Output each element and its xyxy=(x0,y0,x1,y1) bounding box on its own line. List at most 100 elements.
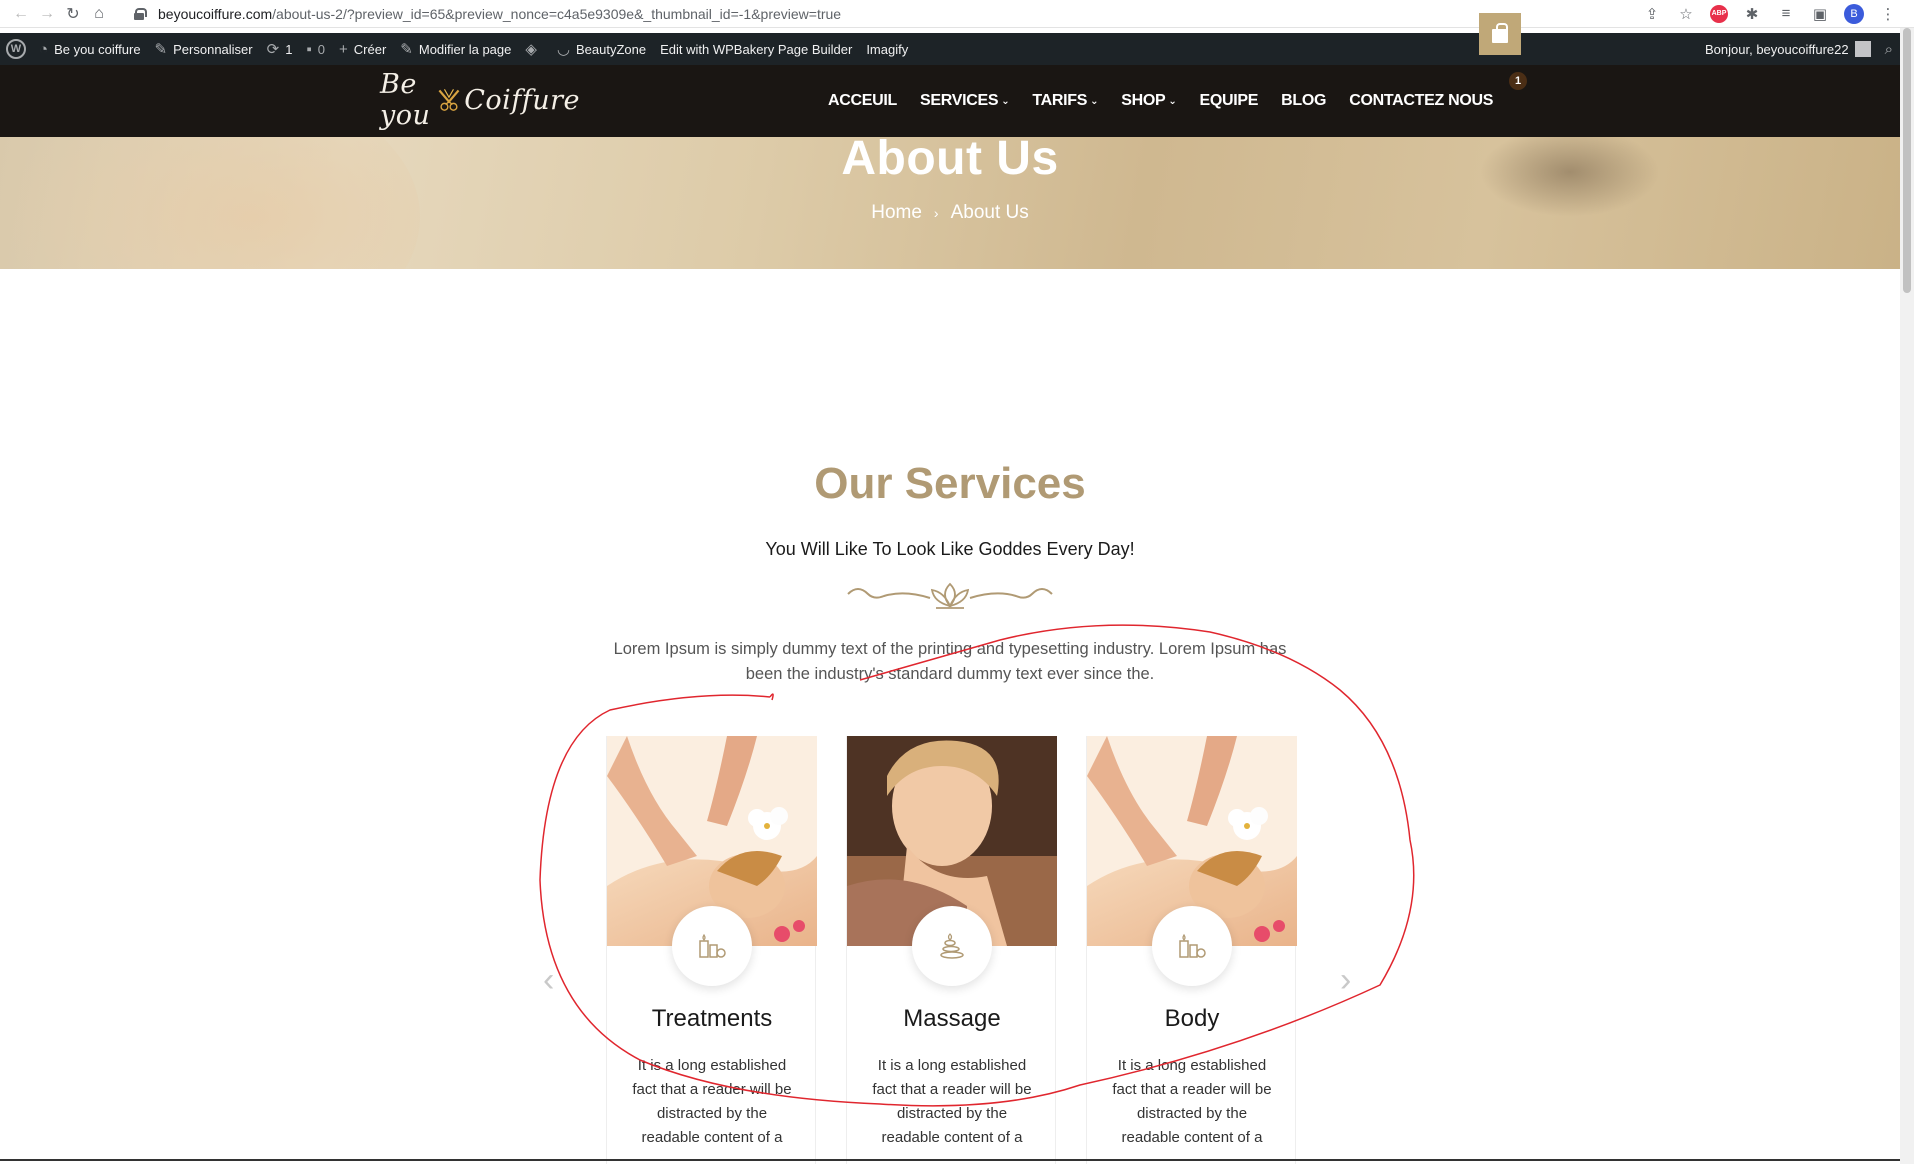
lock-icon xyxy=(134,7,147,20)
divider xyxy=(0,1159,1900,1161)
back-arrow-icon[interactable]: ← xyxy=(8,1,34,27)
site-name-label: Be you coiffure xyxy=(54,41,141,57)
scrollbar-thumb[interactable] xyxy=(1903,28,1911,293)
user-avatar xyxy=(1854,41,1871,57)
new-label: Créer xyxy=(353,41,387,57)
carousel-prev-button[interactable]: ‹ xyxy=(543,962,563,998)
section-title: Our Services xyxy=(814,459,1086,508)
chevron-right-icon: › xyxy=(933,205,939,221)
home-icon[interactable]: ⌂ xyxy=(86,1,112,27)
url-path: /about-us-2/?preview_id=65&preview_nonce… xyxy=(272,5,842,22)
chevron-down-icon: ⌄ xyxy=(1001,95,1010,107)
greeting-label: Bonjour, beyoucoiffure22 xyxy=(1705,41,1849,57)
wordpress-logo-icon[interactable]: W xyxy=(6,39,26,59)
main-navigation: ACCEUIL SERVICES ⌄ TARIFS ⌄ SHOP ⌄ EQUIPE B… xyxy=(828,65,1516,137)
plus-icon: + xyxy=(339,40,348,58)
card-icon-badge xyxy=(672,906,752,986)
side-panel-icon[interactable]: ▣ xyxy=(1810,4,1830,24)
updates-count: 1 xyxy=(285,41,293,57)
lotus-ornament-icon xyxy=(847,582,1053,609)
comments-count: 0 xyxy=(317,41,325,57)
dashboard-icon: ◔ xyxy=(39,40,49,58)
reading-list-icon[interactable]: ≡ xyxy=(1776,4,1796,24)
theme-label: BeautyZone xyxy=(576,41,647,57)
card-text: It is a long established fact that a rea… xyxy=(1112,1057,1272,1146)
nav-label: SHOP xyxy=(1121,92,1166,109)
nav-contactez-nous[interactable]: CONTACTEZ NOUS xyxy=(1349,92,1493,110)
menu-icon[interactable]: ⋮ xyxy=(1878,4,1898,24)
card-title: Body xyxy=(1164,1005,1220,1032)
url-host: beyoucoiffure.com xyxy=(158,5,273,22)
updates-icon: ⟳ xyxy=(266,41,280,58)
search-icon: ⌕ xyxy=(1884,40,1893,58)
admin-account[interactable]: Bonjour, beyoucoiffure22 xyxy=(1698,33,1878,65)
admin-theme[interactable]: ◡ BeautyZone xyxy=(550,33,653,65)
page-title: About Us xyxy=(841,137,1059,185)
nav-label: CONTACTEZ NOUS xyxy=(1349,92,1494,109)
nav-label: SERVICES xyxy=(920,92,999,109)
admin-new[interactable]: + Créer xyxy=(332,33,393,65)
nav-shop[interactable]: SHOP ⌄ xyxy=(1121,92,1177,110)
service-card-massage[interactable]: Massage It is a long established fact th… xyxy=(846,736,1057,1164)
candles-spa-icon xyxy=(699,933,726,958)
admin-imagify[interactable]: Imagify xyxy=(859,33,915,65)
comment-icon: ▪ xyxy=(306,40,312,58)
diamond-icon: ◈ xyxy=(525,41,537,58)
url-text[interactable]: beyoucoiffure.com/about-us-2/?preview_id… xyxy=(158,6,841,22)
card-text: It is a long established fact that a rea… xyxy=(632,1057,792,1146)
share-icon[interactable]: ⇪ xyxy=(1642,4,1662,24)
admin-customize[interactable]: ✎ Personnaliser xyxy=(148,33,260,65)
nav-tarifs[interactable]: TARIFS ⌄ xyxy=(1032,92,1098,110)
breadcrumb-home[interactable]: Home xyxy=(871,202,922,224)
site-logo[interactable]: Be you Coiffure xyxy=(380,69,580,131)
card-icon-badge xyxy=(1152,906,1232,986)
candles-spa-icon xyxy=(1179,933,1206,958)
stones-spa-icon xyxy=(940,933,964,959)
shopping-bag-icon xyxy=(1492,23,1508,43)
admin-wpbakery[interactable]: Edit with WPBakery Page Builder xyxy=(653,33,859,65)
pencil-icon: ✎ xyxy=(400,41,413,58)
card-title: Massage xyxy=(903,1005,1001,1032)
page-scrollbar[interactable] xyxy=(1900,28,1914,1164)
scissors-logo-icon xyxy=(438,89,460,111)
address-bar[interactable]: beyoucoiffure.com/about-us-2/?preview_id… xyxy=(134,0,1642,28)
nav-equipe[interactable]: EQUIPE xyxy=(1199,92,1258,110)
admin-comments[interactable]: ▪ 0 xyxy=(299,33,332,65)
logo-text-left: Be you xyxy=(380,69,431,131)
admin-diamond[interactable]: ◈ xyxy=(518,33,550,65)
section-subtitle: You Will Like To Look Like Goddes Every … xyxy=(765,539,1135,559)
reload-icon[interactable]: ↻ xyxy=(60,1,86,27)
nav-label: ACCEUIL xyxy=(828,92,898,109)
adblock-icon[interactable]: ABP xyxy=(1710,4,1728,23)
nav-blog[interactable]: BLOG xyxy=(1281,92,1326,110)
chevron-down-icon: ⌄ xyxy=(1168,95,1177,107)
service-card-treatments[interactable]: Treatments It is a long established fact… xyxy=(606,736,817,1164)
smile-icon: ◡ xyxy=(556,41,570,58)
logo-text-right: Coiffure xyxy=(464,84,580,116)
cart-count-badge: 1 xyxy=(1509,72,1527,90)
nav-acceuil[interactable]: ACCEUIL xyxy=(828,92,897,110)
cart-button[interactable] xyxy=(1479,13,1521,55)
admin-search-icon[interactable]: ⌕ xyxy=(1878,33,1900,65)
carousel-next-button[interactable]: › xyxy=(1340,962,1360,998)
breadcrumb: Home › About Us xyxy=(0,202,1900,224)
forward-arrow-icon[interactable]: → xyxy=(34,1,60,27)
admin-edit-page[interactable]: ✎ Modifier la page xyxy=(393,33,518,65)
wp-admin-bar: W ◔ Be you coiffure ✎ Personnaliser ⟳ 1 ▪ 0 … xyxy=(0,33,1900,65)
star-icon[interactable]: ☆ xyxy=(1676,4,1696,24)
page-hero: About Us Home › About Us xyxy=(0,137,1900,269)
admin-site-name[interactable]: ◔ Be you coiffure xyxy=(32,33,148,65)
browser-toolbar: ← → ↻ ⌂ beyoucoiffure.com/about-us-2/?pr… xyxy=(0,0,1914,28)
card-title: Treatments xyxy=(651,1005,773,1032)
extensions-icon[interactable]: ✱ xyxy=(1742,4,1762,24)
breadcrumb-current: About Us xyxy=(950,202,1029,223)
profile-avatar[interactable]: B xyxy=(1844,3,1864,24)
nav-label: TARIFS xyxy=(1032,92,1088,109)
nav-services[interactable]: SERVICES ⌄ xyxy=(920,92,1010,110)
site-header: Be you Coiffure ACCEUIL SERVICES ⌄ TARIFS… xyxy=(0,65,1900,137)
edit-page-label: Modifier la page xyxy=(418,41,512,57)
section-description: Lorem Ipsum is simply dummy text of the … xyxy=(613,640,1287,683)
service-card-body[interactable]: Body It is a long established fact that … xyxy=(1086,736,1297,1164)
admin-updates[interactable]: ⟳ 1 xyxy=(260,33,300,65)
chevron-down-icon: ⌄ xyxy=(1090,95,1099,107)
